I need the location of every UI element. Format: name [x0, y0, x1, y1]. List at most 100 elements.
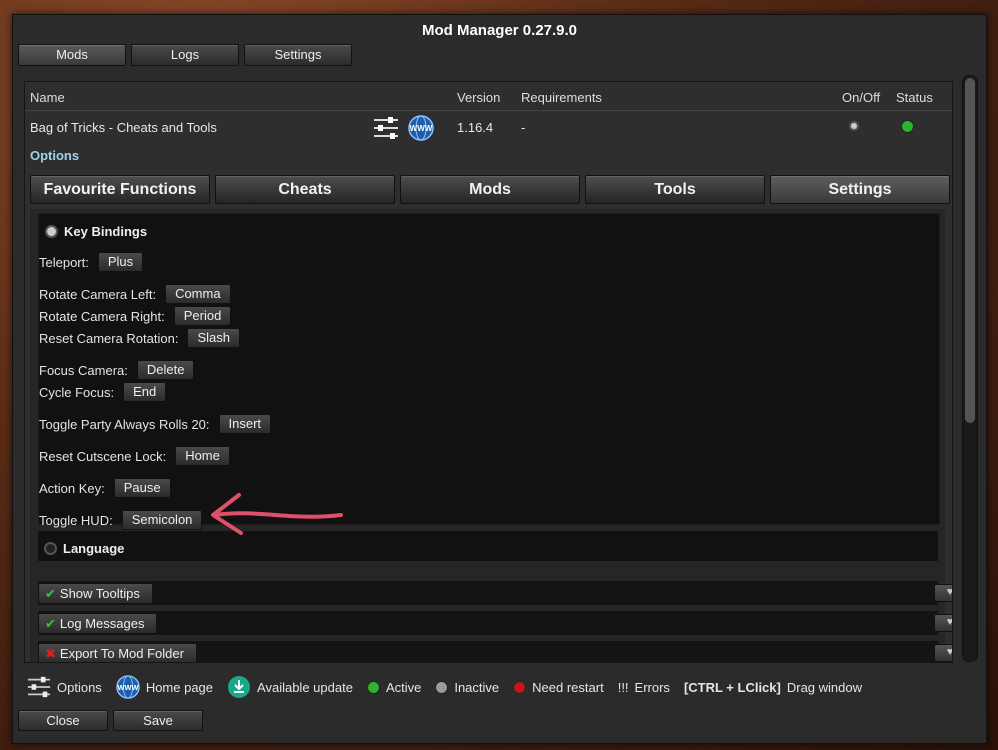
- keybinding-row: Rotate Camera Left: Comma: [39, 284, 231, 304]
- toggle-row: ✖ Export To Mod Folder ♥: [38, 641, 952, 662]
- shortcut-label: [CTRL + LClick]: [683, 679, 781, 695]
- keybinding-button[interactable]: Insert: [218, 414, 272, 434]
- key-bindings-header[interactable]: Key Bindings: [45, 224, 147, 239]
- legend-options-label: Options: [57, 679, 102, 695]
- tab-mods-options[interactable]: Mods: [400, 175, 580, 204]
- keybinding-label: Teleport:: [39, 254, 89, 270]
- keybinding-button[interactable]: End: [123, 382, 167, 402]
- legend-update: Available update: [227, 675, 353, 699]
- export-to-mod-folder-toggle[interactable]: ✖ Export To Mod Folder: [38, 643, 197, 662]
- legend-active: Active: [366, 679, 422, 695]
- legend-errors: !!! Errors: [618, 680, 670, 695]
- keybinding-label: Toggle HUD:: [39, 512, 113, 528]
- keybinding-row: Toggle HUD: Semicolon: [39, 510, 203, 530]
- legend-drag: [CTRL + LClick] Drag window: [684, 680, 862, 695]
- language-section: Language: [38, 531, 938, 561]
- mod-row: Bag of Tricks - Cheats and Tools WWW 1.1…: [25, 111, 952, 145]
- legend-inactive-label: Inactive: [454, 679, 500, 695]
- column-name: Name: [30, 90, 65, 105]
- check-icon: ✔: [45, 585, 56, 601]
- close-button[interactable]: Close: [18, 710, 108, 731]
- keybinding-button[interactable]: Semicolon: [121, 510, 203, 530]
- mod-list-panel: Name Version Requirements On/Off Status …: [24, 81, 953, 663]
- restart-dot-icon: [513, 680, 527, 694]
- keybinding-row: Cycle Focus: End: [39, 382, 167, 402]
- key-bindings-section: Key Bindings Teleport: Plus Rotate Camer…: [38, 213, 940, 530]
- keybinding-label: Reset Cutscene Lock:: [39, 448, 167, 464]
- options-link[interactable]: Options: [30, 148, 79, 163]
- legend-bar: Options WWW Home page Available update A…: [27, 675, 876, 699]
- expand-radio-icon[interactable]: [45, 225, 58, 238]
- legend-inactive: Inactive: [435, 680, 499, 695]
- errors-mark: !!!: [617, 679, 629, 695]
- keybinding-button[interactable]: Plus: [97, 252, 144, 272]
- legend-homepage: WWW Home page: [116, 675, 213, 699]
- keybinding-row: Teleport: Plus: [39, 252, 144, 272]
- check-icon: ✔: [45, 615, 56, 631]
- options-sliders-icon: [27, 676, 51, 698]
- keybinding-label: Rotate Camera Right:: [39, 308, 165, 324]
- log-messages-toggle[interactable]: ✔ Log Messages: [38, 613, 158, 634]
- mod-name: Bag of Tricks - Cheats and Tools: [30, 120, 217, 135]
- column-requirements: Requirements: [521, 90, 602, 105]
- column-status: Status: [896, 90, 933, 105]
- tab-settings[interactable]: Settings: [244, 44, 352, 66]
- download-icon: [228, 676, 251, 698]
- legend-active-label: Active: [385, 679, 422, 695]
- globe-icon: WWW: [116, 675, 140, 699]
- keybinding-button[interactable]: Period: [173, 306, 232, 326]
- homepage-globe-icon[interactable]: WWW: [408, 115, 434, 144]
- keybinding-label: Cycle Focus:: [39, 384, 115, 400]
- keybinding-button[interactable]: Home: [175, 446, 230, 466]
- options-tabs: Favourite Functions Cheats Mods Tools Se…: [30, 175, 950, 204]
- language-title: Language: [63, 541, 125, 556]
- inactive-dot-icon: [435, 680, 449, 694]
- keybinding-button[interactable]: Delete: [136, 360, 195, 380]
- window-title[interactable]: Mod Manager 0.27.9.0: [13, 15, 986, 47]
- legend-options: Options: [27, 675, 102, 699]
- scrollbar-thumb[interactable]: [965, 78, 975, 423]
- tab-cheats[interactable]: Cheats: [215, 175, 395, 204]
- keybinding-button[interactable]: Pause: [113, 478, 171, 498]
- toggle-row: ✔ Log Messages ♥: [38, 611, 952, 635]
- save-button[interactable]: Save: [113, 710, 203, 731]
- scrollbar[interactable]: [962, 75, 978, 662]
- legend-update-label: Available update: [257, 679, 353, 695]
- legend-drag-label: Drag window: [786, 679, 863, 695]
- keybinding-row: Reset Cutscene Lock: Home: [39, 446, 230, 466]
- language-header[interactable]: Language: [44, 541, 124, 556]
- column-version: Version: [457, 90, 501, 105]
- collapse-radio-icon[interactable]: [44, 542, 57, 555]
- tab-logs[interactable]: Logs: [131, 44, 239, 66]
- favourite-heart-icon[interactable]: ♥: [934, 614, 952, 632]
- top-nav: Mods Logs Settings: [18, 44, 352, 66]
- legend-restart-label: Need restart: [532, 679, 604, 695]
- keybinding-label: Toggle Party Always Rolls 20:: [39, 416, 210, 432]
- keybinding-label: Reset Camera Rotation:: [39, 330, 179, 346]
- favourite-heart-icon[interactable]: ♥: [934, 644, 952, 662]
- tab-mods[interactable]: Mods: [18, 44, 126, 66]
- annotation-arrow-icon: [211, 493, 343, 535]
- tab-favourite-functions[interactable]: Favourite Functions: [30, 175, 210, 204]
- column-onoff: On/Off: [842, 90, 881, 105]
- options-sliders-icon[interactable]: [373, 115, 399, 144]
- toggle-label: Show Tooltips: [59, 585, 140, 601]
- toggle-label: Log Messages: [59, 615, 145, 631]
- bottom-buttons: Close Save: [18, 710, 203, 731]
- keybinding-row: Rotate Camera Right: Period: [39, 306, 232, 326]
- keybinding-button[interactable]: Slash: [187, 328, 240, 348]
- favourite-heart-icon[interactable]: ♥: [934, 584, 952, 602]
- legend-restart: Need restart: [513, 680, 604, 695]
- keybinding-label: Rotate Camera Left:: [39, 286, 157, 302]
- keybinding-button[interactable]: Comma: [165, 284, 231, 304]
- mod-manager-window: Mod Manager 0.27.9.0 Mods Logs Settings …: [12, 14, 987, 744]
- show-tooltips-toggle[interactable]: ✔ Show Tooltips: [38, 583, 153, 604]
- key-bindings-title: Key Bindings: [64, 224, 148, 239]
- tab-settings-options[interactable]: Settings: [770, 175, 950, 204]
- legend-homepage-label: Home page: [145, 679, 214, 695]
- homepage-icon-text: WWW: [117, 683, 138, 692]
- keybinding-row: Toggle Party Always Rolls 20: Insert: [39, 414, 272, 434]
- tab-tools[interactable]: Tools: [585, 175, 765, 204]
- settings-panel: Key Bindings Teleport: Plus Rotate Camer…: [30, 209, 952, 662]
- homepage-icon-text: WWW: [410, 124, 433, 133]
